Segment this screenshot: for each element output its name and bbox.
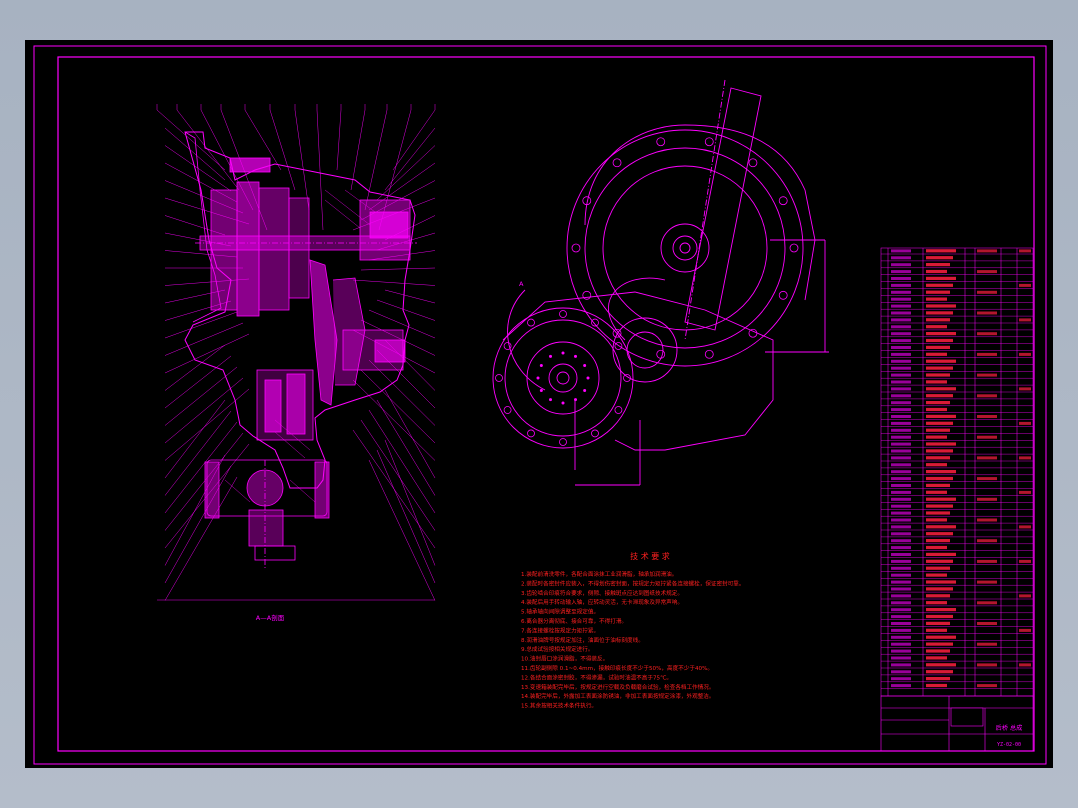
parts-list-rows xyxy=(881,249,1033,689)
note-line: 15.其余按相关技术条件执行。 xyxy=(521,702,597,710)
note-line: 13.变速箱装配完毕后，按规定进行空载及负载磨合试验，检查各档工作情况。 xyxy=(521,683,715,691)
view-label: A xyxy=(519,280,524,288)
note-line: 14.装配完毕后，外露加工表面涂防锈油，非加工表面按规定涂漆，外观整洁。 xyxy=(521,692,715,700)
bolt-circle xyxy=(495,137,799,446)
note-line: 4.装配后用手转动输入轴，应转动灵活，无卡滞现象及异常声响。 xyxy=(521,598,683,606)
assembly-drawing: 技 术 要 求 1.装配前清洗零件，各配合面涂抹工业润滑脂，轴承加润滑油。2.装… xyxy=(33,45,1047,765)
note-line: 11.齿轮副侧隙 0.1~0.4mm，接触印痕长度不少于50%，高度不少于40%… xyxy=(521,664,713,672)
note-line: 5.轴承轴向间隙调整至规定值。 xyxy=(521,608,599,616)
note-line: 8.润滑油牌号按规定加注，油面位于油标刻度线。 xyxy=(521,636,644,644)
note-line: 9.总成试验按相关规定进行。 xyxy=(521,645,593,653)
title-drawing-no: YZ-02-00 xyxy=(997,742,1021,748)
note-line: 7.各连接螺栓按规定力矩拧紧。 xyxy=(521,626,599,634)
note-line: 2.装配时各密封件应装入，不得划伤密封面，按规定力矩拧紧各连接螺栓，保证密封可靠… xyxy=(521,579,745,587)
notes-title: 技 术 要 求 xyxy=(630,551,670,561)
side-view xyxy=(492,79,829,486)
technical-notes: 1.装配前清洗零件，各配合面涂抹工业润滑脂，轴承加润滑油。2.装配时各密封件应装… xyxy=(521,570,745,710)
section-label: A—A剖面 xyxy=(256,613,285,622)
note-line: 10.油封唇口涂润滑脂，不得装反。 xyxy=(521,655,608,663)
note-line: 3.齿轮啮合印痕符合要求，侧隙、接触斑点应达到图纸技术规定。 xyxy=(521,589,683,597)
section-view xyxy=(184,131,417,570)
note-line: 6.离合器分离彻底、接合可靠，不得打滑。 xyxy=(521,617,627,625)
cad-viewport: 技 术 要 求 1.装配前清洗零件，各配合面涂抹工业润滑脂，轴承加润滑油。 2.装… xyxy=(0,0,1078,808)
drawing-sheet: 技 术 要 求 1.装配前清洗零件，各配合面涂抹工业润滑脂，轴承加润滑油。 2.装… xyxy=(25,40,1053,768)
title-part-name: 后桥 总成 xyxy=(996,724,1023,732)
note-line: 1.装配前清洗零件，各配合面涂抹工业润滑脂，轴承加润滑油。 xyxy=(521,570,677,578)
note-line: 12.各结合面涂密封胶，不得渗漏，试验时油温不高于75℃。 xyxy=(521,673,672,681)
